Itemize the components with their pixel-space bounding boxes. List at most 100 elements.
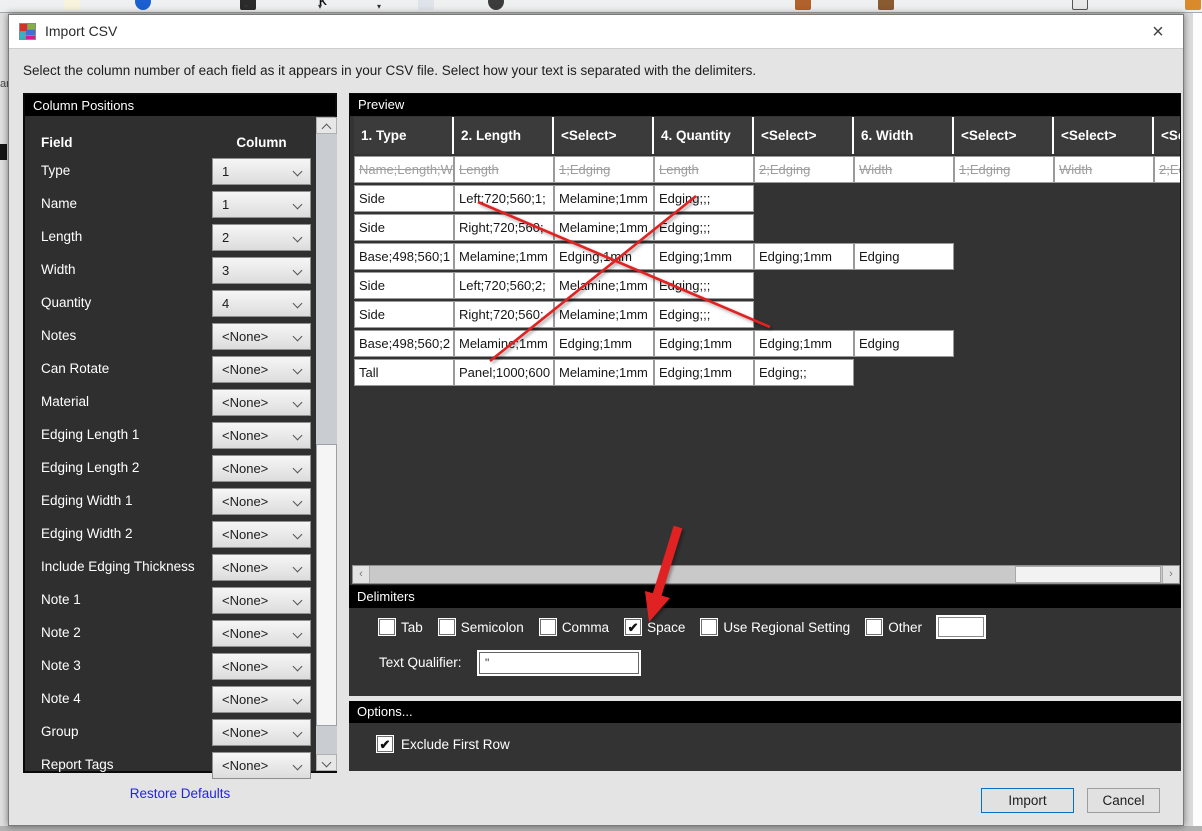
chevron-down-icon bbox=[292, 727, 303, 738]
cart-icon[interactable] bbox=[1185, 0, 1201, 10]
preview-cell: Edging;1mm bbox=[654, 243, 754, 270]
disc-icon[interactable] bbox=[488, 0, 504, 10]
import-button[interactable]: Import bbox=[981, 788, 1074, 813]
scroll-up-icon[interactable] bbox=[316, 117, 337, 134]
field-dropdown-notes[interactable]: <None> bbox=[212, 323, 311, 350]
delimiter-tab-checkbox[interactable] bbox=[379, 619, 395, 635]
field-row-report-tags: Report Tags <None> bbox=[25, 750, 315, 783]
field-dropdown-type[interactable]: 1 bbox=[212, 158, 311, 185]
preview-scrollbar[interactable]: ‹ › bbox=[352, 565, 1180, 584]
preview-header-cell[interactable]: <Select> bbox=[1054, 117, 1152, 154]
globe-icon[interactable] bbox=[135, 0, 151, 10]
column-positions-scrollbar[interactable] bbox=[316, 117, 337, 771]
brush-icon[interactable] bbox=[878, 0, 894, 10]
preview-cell: Melamine;1mm bbox=[554, 272, 654, 299]
scroll-left-icon[interactable]: ‹ bbox=[353, 566, 370, 583]
restore-defaults-link[interactable]: Restore Defaults bbox=[23, 786, 337, 801]
field-label: Notes bbox=[41, 328, 77, 343]
preview-header-cell[interactable]: 1. Type bbox=[354, 117, 452, 154]
preview-header-cell[interactable]: 2. Length bbox=[454, 117, 552, 154]
chevron-down-icon bbox=[292, 331, 303, 342]
background-right-sliver bbox=[1184, 13, 1202, 826]
preview-header-cell[interactable]: 6. Width bbox=[854, 117, 952, 154]
new-file-icon[interactable] bbox=[64, 0, 80, 10]
camera-icon[interactable] bbox=[1072, 0, 1088, 10]
preview-cell: Base;498;560;1 bbox=[354, 243, 454, 270]
field-dropdown-note-3[interactable]: <None> bbox=[212, 653, 311, 680]
delimiter-label: Comma bbox=[561, 619, 610, 635]
field-label: Can Rotate bbox=[41, 361, 110, 376]
field-dropdown-width[interactable]: 3 bbox=[212, 257, 311, 284]
field-row-length: Length 2 bbox=[25, 222, 315, 255]
preview-cell: Edging bbox=[854, 243, 954, 270]
scrollbar-thumb[interactable] bbox=[316, 444, 337, 726]
dropdown-value: <None> bbox=[222, 329, 269, 344]
field-label: Edging Width 2 bbox=[41, 526, 133, 541]
field-dropdown-include-edging-thickness[interactable]: <None> bbox=[212, 554, 311, 581]
field-label: Edging Length 2 bbox=[41, 460, 140, 475]
text-qualifier-input[interactable]: " bbox=[479, 652, 639, 674]
field-dropdown-report-tags[interactable]: <None> bbox=[212, 752, 311, 779]
preview-cell: Left;720;560;2; bbox=[454, 272, 554, 299]
delimiter-comma-checkbox[interactable] bbox=[539, 619, 556, 635]
preview-panel: Preview 1. Type 2. Length <Select> 4. Quant… bbox=[349, 93, 1181, 586]
chevron-down-icon bbox=[292, 364, 303, 375]
field-label: Note 2 bbox=[41, 625, 81, 640]
field-dropdown-can-rotate[interactable]: <None> bbox=[212, 356, 311, 383]
scroll-right-icon[interactable]: › bbox=[1162, 566, 1179, 583]
preview-header-cell[interactable]: <Select> bbox=[554, 117, 652, 154]
background-window-sliver: ar bbox=[0, 13, 8, 826]
preview-header-cell[interactable]: 4. Quantity bbox=[654, 117, 752, 154]
dialog-titlebar: Import CSV × bbox=[9, 15, 1183, 49]
background-bottom-strip bbox=[0, 826, 1202, 831]
preview-struck-cell: Name;Length;W bbox=[354, 156, 454, 183]
field-dropdown-name[interactable]: 1 bbox=[212, 191, 311, 218]
scroll-down-icon[interactable] bbox=[316, 754, 337, 771]
field-dropdown-edging-width-1[interactable]: <None> bbox=[212, 488, 311, 515]
field-dropdown-note-4[interactable]: <None> bbox=[212, 686, 311, 713]
hammer-icon[interactable] bbox=[795, 0, 811, 10]
field-row-include-edging-thickness: Include Edging Thickness <None> bbox=[25, 552, 315, 585]
other-delimiter-input[interactable] bbox=[937, 617, 984, 637]
dropdown-value: <None> bbox=[222, 626, 269, 641]
field-dropdown-group[interactable]: <None> bbox=[212, 719, 311, 746]
field-dropdown-edging-width-2[interactable]: <None> bbox=[212, 521, 311, 548]
field-label: Note 3 bbox=[41, 658, 81, 673]
field-dropdown-note-2[interactable]: <None> bbox=[212, 620, 311, 647]
field-dropdown-length[interactable]: 2 bbox=[212, 224, 311, 251]
delimiter-semicolon-checkbox[interactable] bbox=[438, 619, 455, 635]
field-row-note-2: Note 2 <None> bbox=[25, 618, 315, 651]
field-dropdown-edging-length-2[interactable]: <None> bbox=[212, 455, 311, 482]
dialog-title: Import CSV bbox=[45, 23, 118, 39]
delimiter-label: Semicolon bbox=[460, 619, 524, 635]
delimiter-other-checkbox[interactable] bbox=[866, 619, 883, 635]
field-dropdown-edging-length-1[interactable]: <None> bbox=[212, 422, 311, 449]
field-dropdown-material[interactable]: <None> bbox=[212, 389, 311, 416]
delimiter-use-regional-setting-checkbox[interactable] bbox=[701, 619, 718, 635]
field-row-edging-width-2: Edging Width 2 <None> bbox=[25, 519, 315, 552]
exclude-first-row-checkbox[interactable]: ✔ bbox=[377, 736, 393, 752]
field-row-notes: Notes <None> bbox=[25, 321, 315, 354]
dropdown-caret-icon: ▾ bbox=[377, 2, 382, 11]
preview-header-cell[interactable]: <Select> bbox=[954, 117, 1052, 154]
scrollbar-thumb[interactable] bbox=[1015, 566, 1161, 583]
delimiter-space-checkbox[interactable]: ✔ bbox=[625, 619, 642, 635]
field-row-type: Type 1 bbox=[25, 156, 315, 189]
preview-row: Side Left;720;560;2; Melamine;1mm Edging;;; bbox=[354, 272, 1180, 299]
preview-header-cell[interactable]: <Select> bbox=[754, 117, 852, 154]
preview-row: Side Left;720;560;1; Melamine;1mm Edging;;; bbox=[354, 185, 1180, 212]
close-icon[interactable]: × bbox=[1145, 19, 1171, 45]
field-dropdown-note-1[interactable]: <None> bbox=[212, 587, 311, 614]
field-column-heading: Field bbox=[41, 135, 73, 150]
preview-cell: Left;720;560;1; bbox=[454, 185, 554, 212]
copy-icon[interactable] bbox=[418, 0, 434, 10]
preview-header-cell[interactable]: <Select> bbox=[1154, 117, 1180, 154]
field-row-name: Name 1 bbox=[25, 189, 315, 222]
background-block bbox=[0, 144, 7, 160]
field-dropdown-quantity[interactable]: 4 bbox=[212, 290, 311, 317]
preview-cell: Base;498;560;2 bbox=[354, 330, 454, 357]
dropdown-value: <None> bbox=[222, 692, 269, 707]
cancel-button[interactable]: Cancel bbox=[1087, 788, 1160, 813]
chevron-down-icon bbox=[292, 760, 303, 771]
preview-struck-row: Name;Length;W Length 1;Edging Length 2;Edgin… bbox=[354, 156, 1180, 183]
